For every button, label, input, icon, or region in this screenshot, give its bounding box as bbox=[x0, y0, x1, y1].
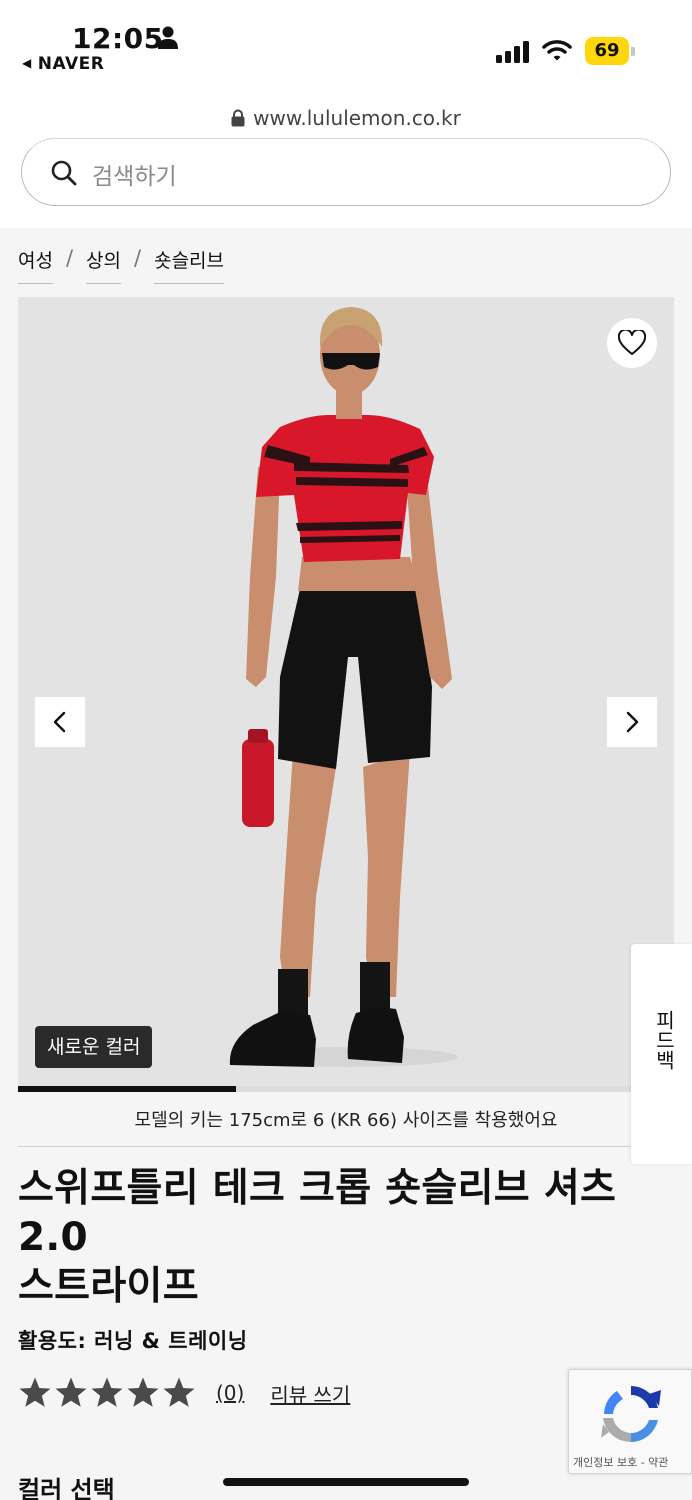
wifi-icon bbox=[542, 40, 572, 61]
star-icon bbox=[19, 1377, 51, 1407]
star-icon bbox=[91, 1377, 123, 1407]
back-app-label: NAVER bbox=[37, 54, 105, 74]
back-to-app-button[interactable]: ◀ NAVER bbox=[22, 54, 104, 74]
star-icon bbox=[163, 1377, 195, 1407]
breadcrumb-separator: / bbox=[134, 246, 142, 270]
recaptcha-privacy-terms[interactable]: 개인정보 보호 - 약관 bbox=[573, 1454, 692, 1470]
person-icon bbox=[158, 26, 178, 49]
breadcrumb-short-sleeve[interactable]: 숏슬리브 bbox=[154, 246, 225, 284]
battery-indicator: 69 bbox=[585, 37, 635, 65]
product-title-color: 스트라이프 bbox=[18, 1264, 199, 1309]
recaptcha-icon bbox=[601, 1386, 661, 1443]
search-input[interactable]: 검색하기 bbox=[21, 138, 671, 206]
home-indicator[interactable] bbox=[223, 1478, 469, 1486]
breadcrumb-tops[interactable]: 상의 bbox=[86, 246, 122, 284]
cellular-signal-icon bbox=[496, 41, 529, 63]
chevron-right-icon bbox=[626, 711, 639, 733]
breadcrumb: 여성 / 상의 / 숏슬리브 bbox=[18, 246, 225, 286]
status-bar: 12:05 ◀ NAVER 69 bbox=[0, 0, 692, 92]
product-photo-model bbox=[229, 307, 458, 1067]
rating-stars bbox=[18, 1376, 198, 1410]
product-title: 스위프틀리 테크 크롭 숏슬리브 셔츠 2.0 스트라이프 bbox=[18, 1164, 668, 1311]
gallery-next-button[interactable] bbox=[607, 697, 657, 747]
heart-icon bbox=[618, 330, 646, 355]
feedback-label: 피드백 bbox=[652, 1010, 676, 1070]
back-triangle-icon: ◀ bbox=[22, 56, 32, 70]
star-icon bbox=[55, 1377, 87, 1407]
breadcrumb-separator: / bbox=[65, 246, 74, 270]
breadcrumb-women[interactable]: 여성 bbox=[18, 246, 53, 284]
gallery-progress-fill bbox=[18, 1086, 237, 1092]
gallery-prev-button[interactable] bbox=[35, 697, 85, 747]
product-title-line: 2.0 bbox=[18, 1215, 88, 1260]
new-color-badge: 새로운 컬러 bbox=[35, 1026, 153, 1068]
review-count-link[interactable]: (0) bbox=[216, 1381, 244, 1405]
recaptcha-badge[interactable]: 개인정보 보호 - 약관 bbox=[568, 1369, 692, 1474]
browser-url-bar[interactable]: www.lululemon.co.kr bbox=[0, 92, 692, 138]
lock-icon bbox=[231, 109, 245, 127]
divider bbox=[18, 1146, 631, 1147]
product-title-line: 스위프틀리 테크 크롭 숏슬리브 셔츠 bbox=[18, 1166, 617, 1211]
search-icon bbox=[51, 160, 77, 186]
color-select-heading: 컬러 선택 bbox=[18, 1476, 115, 1500]
product-image-gallery[interactable]: 새로운 컬러 bbox=[18, 297, 674, 1088]
chevron-left-icon bbox=[53, 711, 66, 733]
write-review-link[interactable]: 리뷰 쓰기 bbox=[270, 1379, 350, 1408]
url-text: www.lululemon.co.kr bbox=[253, 106, 461, 130]
battery-level: 69 bbox=[585, 37, 629, 65]
status-time: 12:05 bbox=[72, 22, 164, 55]
search-placeholder: 검색하기 bbox=[92, 164, 177, 190]
product-activity: 활용도: 러닝 & 트레이닝 bbox=[18, 1329, 248, 1353]
model-size-note: 모델의 키는 175cm로 6 (KR 66) 사이즈를 착용했어요 bbox=[134, 1110, 558, 1131]
search-area: 검색하기 bbox=[0, 138, 692, 228]
star-icon bbox=[127, 1377, 159, 1407]
wishlist-heart-button[interactable] bbox=[607, 318, 657, 368]
product-rating: (0) 리뷰 쓰기 bbox=[18, 1376, 350, 1410]
gallery-progress-bar bbox=[18, 1086, 674, 1092]
